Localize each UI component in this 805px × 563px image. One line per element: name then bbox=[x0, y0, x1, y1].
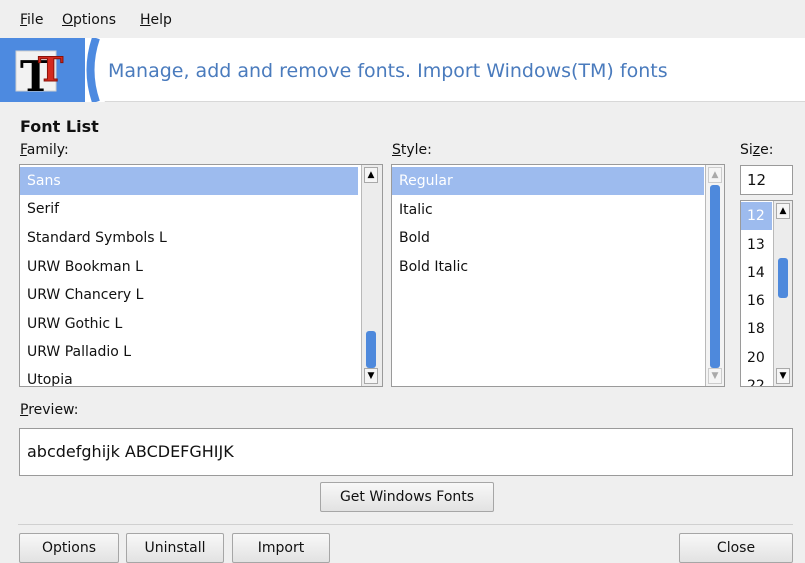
separator bbox=[18, 524, 793, 525]
options-button[interactable]: Options bbox=[19, 533, 119, 563]
family-listbox[interactable]: Sans Serif Standard Symbols L URW Bookma… bbox=[19, 164, 383, 387]
scroll-down-icon[interactable]: ▼ bbox=[364, 368, 378, 384]
family-item-urw-palladio[interactable]: URW Palladio L bbox=[20, 338, 131, 366]
close-button[interactable]: Close bbox=[679, 533, 793, 563]
size-item-22[interactable]: 22 bbox=[741, 372, 765, 386]
style-scrollbar[interactable]: ▲ ▼ bbox=[705, 165, 724, 386]
style-item-bold-italic[interactable]: Bold Italic bbox=[392, 253, 468, 281]
svg-text:T: T bbox=[38, 50, 63, 90]
get-windows-fonts-button[interactable]: Get Windows Fonts bbox=[320, 482, 494, 512]
banner-description: Manage, add and remove fonts. Import Win… bbox=[108, 60, 668, 82]
size-scrollbar[interactable]: ▲ ▼ bbox=[773, 201, 792, 386]
size-item-20[interactable]: 20 bbox=[741, 344, 765, 372]
size-input[interactable]: 12 bbox=[740, 165, 793, 195]
style-listbox[interactable]: Regular Italic Bold Bold Italic ▲ ▼ bbox=[391, 164, 725, 387]
style-item-regular[interactable]: Regular bbox=[392, 167, 704, 195]
section-title-font-list: Font List bbox=[20, 117, 99, 136]
size-scroll-thumb[interactable] bbox=[778, 258, 788, 298]
size-label: Size: bbox=[740, 142, 774, 158]
import-button[interactable]: Import bbox=[232, 533, 330, 563]
size-item-13[interactable]: 13 bbox=[741, 231, 765, 259]
scroll-down-icon[interactable]: ▼ bbox=[708, 368, 722, 384]
family-item-serif[interactable]: Serif bbox=[20, 195, 59, 223]
size-item-14[interactable]: 14 bbox=[741, 259, 765, 287]
family-item-urw-gothic[interactable]: URW Gothic L bbox=[20, 310, 122, 338]
family-item-sans[interactable]: Sans bbox=[20, 167, 358, 195]
menu-options[interactable]: Options bbox=[62, 12, 116, 28]
family-scroll-thumb[interactable] bbox=[366, 331, 376, 368]
menu-bar bbox=[0, 0, 805, 38]
menu-file[interactable]: File bbox=[20, 12, 43, 28]
size-item-12[interactable]: 12 bbox=[741, 202, 772, 230]
scroll-up-icon[interactable]: ▲ bbox=[708, 167, 722, 183]
size-listbox[interactable]: 12 13 14 16 18 20 22 ▲ ▼ bbox=[740, 200, 793, 387]
style-scroll-thumb[interactable] bbox=[710, 185, 720, 368]
family-item-urw-chancery[interactable]: URW Chancery L bbox=[20, 281, 143, 309]
font-manager-logo-icon: T T bbox=[12, 45, 84, 101]
preview-label: Preview: bbox=[20, 402, 79, 418]
preview-field: abcdefghijk ABCDEFGHIJK bbox=[19, 428, 793, 476]
banner-curve bbox=[85, 38, 105, 102]
family-item-standard-symbols[interactable]: Standard Symbols L bbox=[20, 224, 167, 252]
family-scrollbar[interactable]: ▲ ▼ bbox=[361, 165, 382, 386]
style-item-italic[interactable]: Italic bbox=[392, 196, 433, 224]
scroll-down-icon[interactable]: ▼ bbox=[776, 368, 790, 384]
scroll-up-icon[interactable]: ▲ bbox=[364, 167, 378, 183]
style-item-bold[interactable]: Bold bbox=[392, 224, 430, 252]
menu-help[interactable]: Help bbox=[140, 12, 172, 28]
size-item-18[interactable]: 18 bbox=[741, 315, 765, 343]
uninstall-button[interactable]: Uninstall bbox=[126, 533, 224, 563]
family-item-utopia[interactable]: Utopia bbox=[20, 366, 73, 386]
family-label: Family: bbox=[20, 142, 69, 158]
size-item-16[interactable]: 16 bbox=[741, 287, 765, 315]
family-item-urw-bookman[interactable]: URW Bookman L bbox=[20, 253, 143, 281]
style-label: Style: bbox=[392, 142, 432, 158]
scroll-up-icon[interactable]: ▲ bbox=[776, 203, 790, 219]
